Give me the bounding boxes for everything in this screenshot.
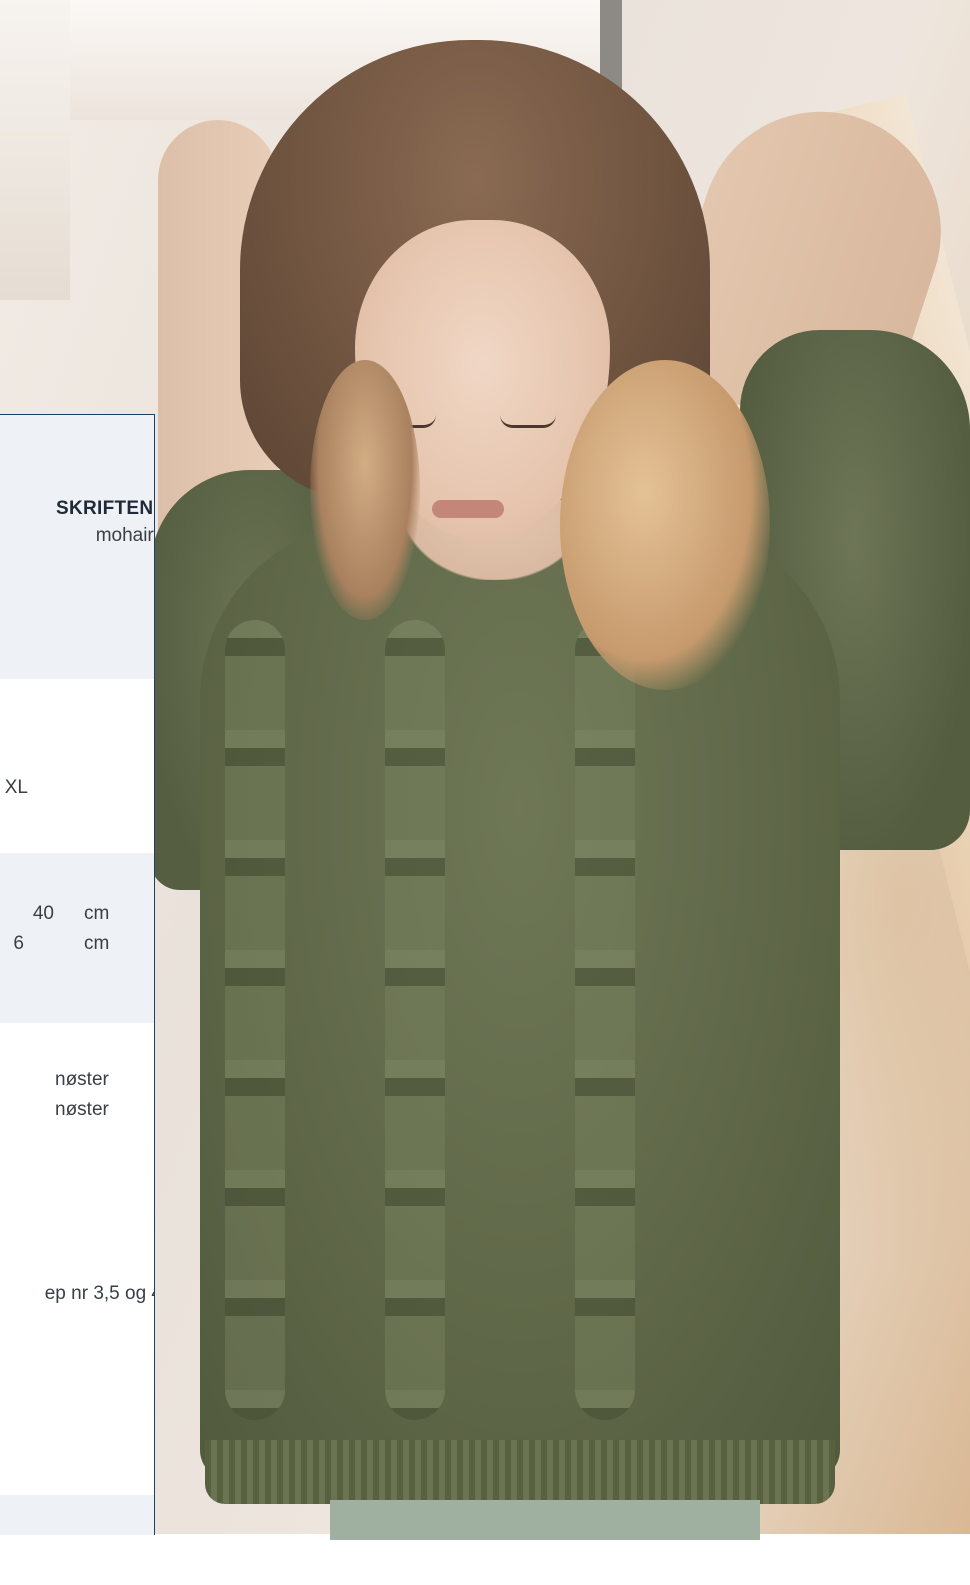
sweater-ribbing	[205, 1440, 835, 1504]
model-hair-curls	[310, 360, 420, 620]
model-lips	[432, 500, 504, 518]
cable-pattern	[385, 620, 445, 1420]
window-light	[0, 0, 70, 300]
needles-text: ep nr 3,5 og 4	[44, 1283, 154, 1304]
pattern-info-panel: SKRIFTEN: mohair, XL 40 cm 6 cm nøster n…	[0, 414, 155, 1535]
measure-unit: cm	[84, 933, 110, 954]
yarn-section: SKRIFTEN: mohair,	[0, 415, 154, 679]
trousers	[330, 1500, 760, 1540]
model-hair-curls	[560, 360, 770, 690]
green-cable-sweater	[200, 520, 840, 1480]
yarn-unit: nøster	[55, 1069, 109, 1090]
section-heading: SKRIFTEN:	[55, 498, 154, 519]
materials-section: nøster nøster ep nr 3,5 og 4	[0, 1023, 154, 1495]
measurements-section: 40 cm 6 cm	[0, 853, 154, 1023]
yarn-unit: nøster	[55, 1099, 109, 1120]
cable-pattern	[225, 620, 285, 1420]
sizes-section: XL	[0, 679, 154, 853]
cable-pattern	[575, 620, 635, 1420]
measure-value: 6	[13, 933, 24, 954]
measure-unit: cm	[84, 903, 110, 924]
model-eye	[500, 415, 556, 428]
sizes-text: XL	[4, 777, 28, 798]
yarn-text: mohair,	[95, 525, 154, 546]
gauge-section	[0, 1495, 154, 1535]
measure-value: 40	[32, 903, 54, 924]
